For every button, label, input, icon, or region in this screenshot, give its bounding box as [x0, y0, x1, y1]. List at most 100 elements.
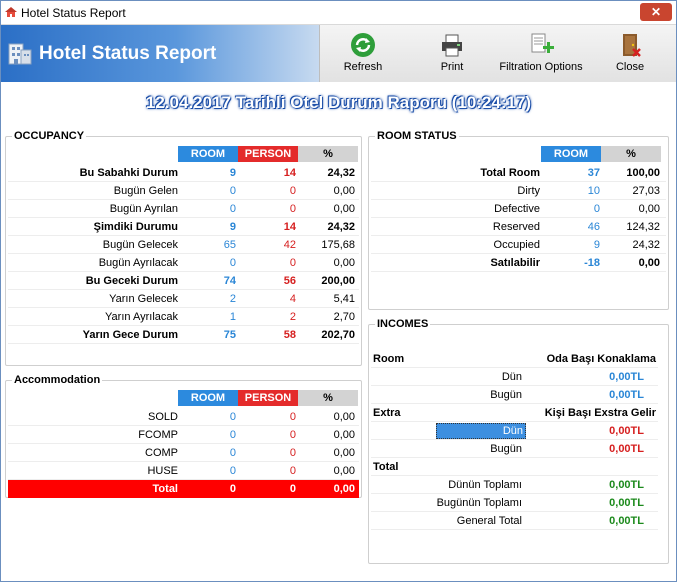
- filter-options-icon: [531, 33, 554, 53]
- accommodation-row-pct: 0,00: [333, 465, 355, 477]
- print-button[interactable]: Print: [420, 25, 484, 82]
- income-total-row-value: 0,00TL: [609, 515, 644, 527]
- occupancy-row: Yarın Gece Durum 75 58 202,70: [8, 326, 359, 344]
- income-room-section-row: Room Oda Başı Konaklama: [371, 350, 658, 368]
- occupancy-row-label: Bugün Ayrılan: [109, 203, 178, 215]
- accommodation-row: COMP 0 0 0,00: [8, 444, 359, 462]
- close-button[interactable]: Close: [606, 25, 654, 82]
- income-total-row: Bugünün Toplamı 0,00TL: [371, 494, 658, 512]
- banner: Hotel Status Report: [1, 25, 319, 82]
- exit-door-icon: [623, 34, 641, 57]
- hotel-building-icon: [8, 43, 32, 65]
- income-extra-row-label[interactable]: Dün: [436, 423, 526, 439]
- room-status-row-pct: 100,00: [626, 167, 660, 179]
- occupancy-room-header: ROOM: [178, 146, 238, 162]
- refresh-label: Refresh: [343, 61, 383, 73]
- occupancy-row-label: Bugün Ayrılacak: [98, 257, 178, 269]
- occupancy-row-label: Yarın Gelecek: [109, 293, 178, 305]
- room-status-row: Defective 0 0,00: [371, 200, 666, 218]
- income-total-row-label: Bugünün Toplamı: [436, 497, 522, 509]
- occupancy-row-label: Bu Sabahki Durum: [79, 167, 178, 179]
- occupancy-row-room: 74: [223, 275, 236, 287]
- income-total-row-value: 0,00TL: [609, 479, 644, 491]
- occupancy-row-room: 0: [229, 203, 236, 215]
- income-total-row-value: 0,00TL: [609, 497, 644, 509]
- income-extra-row: Dün 0,00TL: [371, 422, 658, 440]
- accommodation-row-person: 0: [289, 429, 296, 441]
- room-status-row-label: Dirty: [517, 185, 540, 197]
- room-status-label: ROOM STATUS: [375, 130, 459, 142]
- room-status-row-room: 46: [587, 221, 600, 233]
- occupancy-row-label: Bugün Gelen: [113, 185, 178, 197]
- room-status-row-pct: 0,00: [638, 257, 660, 269]
- hotel-app-icon: [5, 7, 17, 17]
- occupancy-row-person: 0: [289, 203, 296, 215]
- room-status-row: Reserved 46 124,32: [371, 218, 666, 236]
- occupancy-row-label: Bugün Gelecek: [102, 239, 178, 251]
- window-close-button[interactable]: ✕: [640, 3, 672, 21]
- accommodation-row-label: HUSE: [147, 465, 178, 477]
- window-title: Hotel Status Report: [21, 6, 126, 20]
- occupancy-row-room: 65: [223, 239, 236, 251]
- accommodation-total-label: Total: [152, 483, 178, 495]
- print-label: Print: [440, 61, 464, 73]
- accommodation-total-room: 0: [229, 483, 236, 495]
- occupancy-row-person: 0: [289, 185, 296, 197]
- accommodation-total-pct: 0,00: [333, 483, 355, 495]
- room-status-row-label: Total Room: [480, 167, 540, 179]
- title-bar: Hotel Status Report ✕: [1, 1, 676, 25]
- refresh-button[interactable]: Refresh: [323, 25, 403, 82]
- accommodation-row-pct: 0,00: [333, 411, 355, 423]
- occupancy-row-person: 2: [289, 311, 296, 323]
- occupancy-row-label: Bu Geceki Durum: [85, 275, 178, 287]
- income-total-section-title: Total: [373, 461, 399, 473]
- room-status-row-pct: 124,32: [626, 221, 660, 233]
- room-status-row-room: 9: [593, 239, 600, 251]
- occupancy-row-person: 0: [289, 257, 296, 269]
- toolbar: Refresh Print Filtration Options Close: [319, 25, 676, 82]
- accommodation-row-room: 0: [229, 465, 236, 477]
- occupancy-row-pct: 0,00: [333, 185, 355, 197]
- room-status-row-label: Reserved: [492, 221, 540, 233]
- occupancy-row-pct: 0,00: [333, 257, 355, 269]
- income-extra-row-value: 0,00TL: [609, 425, 644, 437]
- accommodation-row-label: SOLD: [148, 411, 178, 423]
- accommodation-total-person: 0: [289, 483, 296, 495]
- accommodation-person-header: PERSON: [238, 390, 298, 406]
- income-total-row: General Total 0,00TL: [371, 512, 658, 530]
- occupancy-pct-header: %: [298, 146, 358, 162]
- income-room-section-title: Room: [373, 353, 405, 365]
- accommodation-row-pct: 0,00: [333, 447, 355, 459]
- income-total-row-label: Dünün Toplamı: [448, 479, 522, 491]
- occupancy-row-pct: 200,00: [321, 275, 355, 287]
- occupancy-row-room: 0: [229, 185, 236, 197]
- accommodation-row-pct: 0,00: [333, 429, 355, 441]
- occupancy-row-pct: 175,68: [321, 239, 355, 251]
- room-status-row-pct: 24,32: [632, 239, 660, 251]
- occupancy-row-label: Şimdiki Durumu: [93, 221, 178, 233]
- occupancy-row: Şimdiki Durumu 9 14 24,32: [8, 218, 359, 236]
- banner-title: Hotel Status Report: [39, 43, 217, 64]
- printer-icon: [442, 34, 462, 57]
- income-total-row-label: General Total: [456, 515, 522, 527]
- filtration-options-button[interactable]: Filtration Options: [495, 25, 587, 82]
- room-status-row: Satılabilir -18 0,00: [371, 254, 666, 272]
- occupancy-row: Bu Geceki Durum 74 56 200,00: [8, 272, 359, 290]
- room-status-row: Dirty 10 27,03: [371, 182, 666, 200]
- refresh-icon: [351, 33, 375, 57]
- accommodation-label: Accommodation: [12, 374, 103, 386]
- accommodation-pct-header: %: [298, 390, 358, 406]
- accommodation-row: SOLD 0 0 0,00: [8, 408, 359, 426]
- accommodation-panel: Accommodation ROOM PERSON % SOLD 0 0 0,00 FC…: [5, 374, 362, 498]
- accommodation-row-label: COMP: [145, 447, 178, 459]
- occupancy-row-person: 58: [283, 329, 296, 341]
- occupancy-row-room: 0: [229, 257, 236, 269]
- occupancy-row-pct: 0,00: [333, 203, 355, 215]
- room-status-row-label: Satılabilir: [490, 257, 540, 269]
- accommodation-row: HUSE 0 0 0,00: [8, 462, 359, 480]
- occupancy-row: Yarın Gelecek 2 4 5,41: [8, 290, 359, 308]
- accommodation-total-row: Total 0 0 0,00: [8, 480, 359, 498]
- income-extra-row-value: 0,00TL: [609, 443, 644, 455]
- occupancy-row-label: Yarın Gece Durum: [82, 329, 178, 341]
- room-status-row-room: -18: [584, 257, 600, 269]
